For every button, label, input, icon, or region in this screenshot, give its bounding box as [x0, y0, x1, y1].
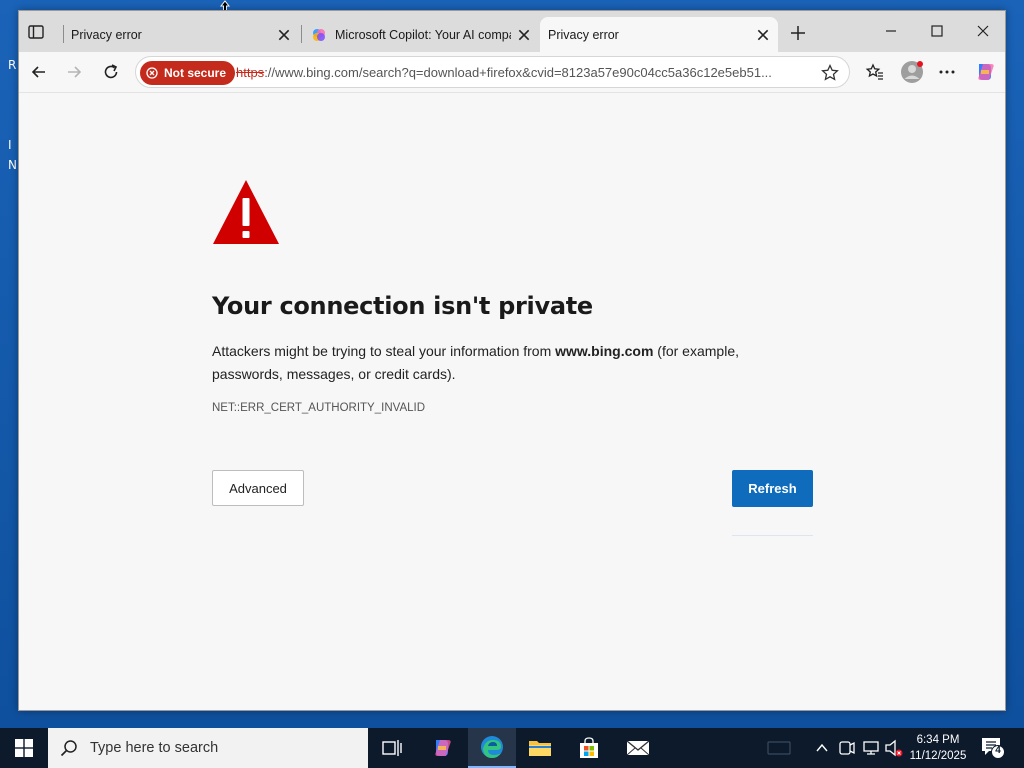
error-description: Attackers might be trying to steal your … — [212, 340, 772, 386]
microsoft-store-button[interactable] — [565, 728, 613, 768]
notification-center-button[interactable]: 4 — [980, 736, 1006, 760]
tab-close-icon[interactable] — [277, 28, 291, 42]
meet-now-icon[interactable] — [838, 728, 856, 768]
minimize-icon[interactable] — [881, 21, 901, 41]
notification-icon — [982, 738, 1005, 759]
url-text[interactable]: https://www.bing.com/search?q=download+f… — [236, 65, 816, 80]
close-window-icon[interactable] — [973, 21, 993, 41]
tab-copilot[interactable]: Microsoft Copilot: Your AI compa — [303, 17, 539, 52]
not-secure-badge[interactable]: Not secure — [140, 61, 236, 85]
clock-time: 6:34 PM — [916, 734, 960, 746]
tab-strip: Privacy error Microsoft Copilot: Your AI… — [19, 11, 1005, 52]
page-title: Your connection isn't private — [212, 292, 593, 320]
search-placeholder: Type here to search — [90, 740, 219, 756]
browser-window: Privacy error Microsoft Copilot: Your AI… — [18, 10, 1006, 711]
error-domain: www.bing.com — [555, 343, 654, 359]
copilot-favicon-icon — [313, 28, 325, 41]
more-options-icon[interactable] — [937, 62, 957, 82]
favorites-icon[interactable] — [865, 62, 885, 82]
refresh-button[interactable]: Refresh — [732, 470, 813, 507]
desktop-icon-label: N — [8, 158, 17, 172]
taskbar-search[interactable]: Type here to search — [48, 728, 368, 768]
notification-count: 4 — [995, 745, 1001, 756]
favorite-star-icon[interactable] — [820, 63, 840, 83]
copilot-taskbar-button[interactable] — [418, 728, 466, 768]
browser-toolbar: Not secure https://www.bing.com/search?q… — [19, 52, 1005, 92]
task-view-icon — [382, 740, 402, 756]
url-scheme: https — [236, 65, 265, 80]
desktop-icon-label: I — [8, 138, 12, 152]
profile-avatar-icon[interactable] — [900, 60, 924, 84]
tab-title: Microsoft Copilot: Your AI compa — [335, 27, 511, 42]
url-rest: ://www.bing.com/search?q=download+firefo… — [264, 65, 772, 80]
folder-icon — [529, 741, 551, 756]
windows-logo-icon — [15, 739, 33, 757]
tab-title: Privacy error — [71, 27, 142, 42]
keyboard-tray-icon[interactable] — [766, 728, 792, 768]
tab-actions-icon[interactable] — [27, 23, 45, 41]
tab-separator — [301, 25, 302, 43]
mail-icon — [626, 740, 650, 756]
taskbar: Type here to search 6:34 PM 11/12/2025 4 — [0, 728, 1024, 768]
tab-close-icon[interactable] — [756, 28, 770, 42]
mail-button[interactable] — [614, 728, 662, 768]
task-view-button[interactable] — [368, 728, 416, 768]
warning-triangle-icon — [213, 180, 279, 244]
content-divider — [19, 92, 1005, 93]
network-icon[interactable] — [862, 728, 880, 768]
edge-icon — [481, 736, 503, 758]
address-bar[interactable]: Not secure https://www.bing.com/search?q… — [135, 56, 850, 88]
maximize-icon[interactable] — [927, 21, 947, 41]
advanced-button[interactable]: Advanced — [212, 470, 304, 506]
forward-icon[interactable] — [64, 62, 84, 82]
decorative-line — [732, 535, 813, 536]
not-secure-label: Not secure — [164, 66, 227, 80]
error-message-part: Attackers might be trying to steal your … — [212, 343, 556, 359]
tab-title: Privacy error — [548, 27, 619, 42]
tab-privacy-error-1[interactable]: Privacy error — [63, 17, 299, 52]
chevron-up-icon[interactable] — [814, 728, 830, 768]
back-icon[interactable] — [29, 62, 49, 82]
tab-close-icon[interactable] — [517, 28, 531, 42]
system-clock[interactable]: 6:34 PM 11/12/2025 — [900, 732, 976, 764]
not-secure-icon — [146, 67, 158, 79]
edge-taskbar-button[interactable] — [468, 728, 516, 768]
tab-privacy-error-active[interactable]: Privacy error — [540, 17, 778, 52]
new-tab-icon[interactable] — [789, 24, 807, 42]
clock-date: 11/12/2025 — [909, 750, 967, 762]
desktop-icon-label: R — [8, 58, 17, 72]
refresh-icon[interactable] — [101, 62, 121, 82]
copilot-app-icon — [435, 740, 451, 756]
search-icon — [60, 740, 77, 757]
store-bag-icon — [580, 737, 598, 758]
file-explorer-button[interactable] — [516, 728, 564, 768]
copilot-icon[interactable] — [973, 60, 997, 84]
start-button[interactable] — [0, 728, 48, 768]
error-code: NET::ERR_CERT_AUTHORITY_INVALID — [212, 402, 426, 414]
